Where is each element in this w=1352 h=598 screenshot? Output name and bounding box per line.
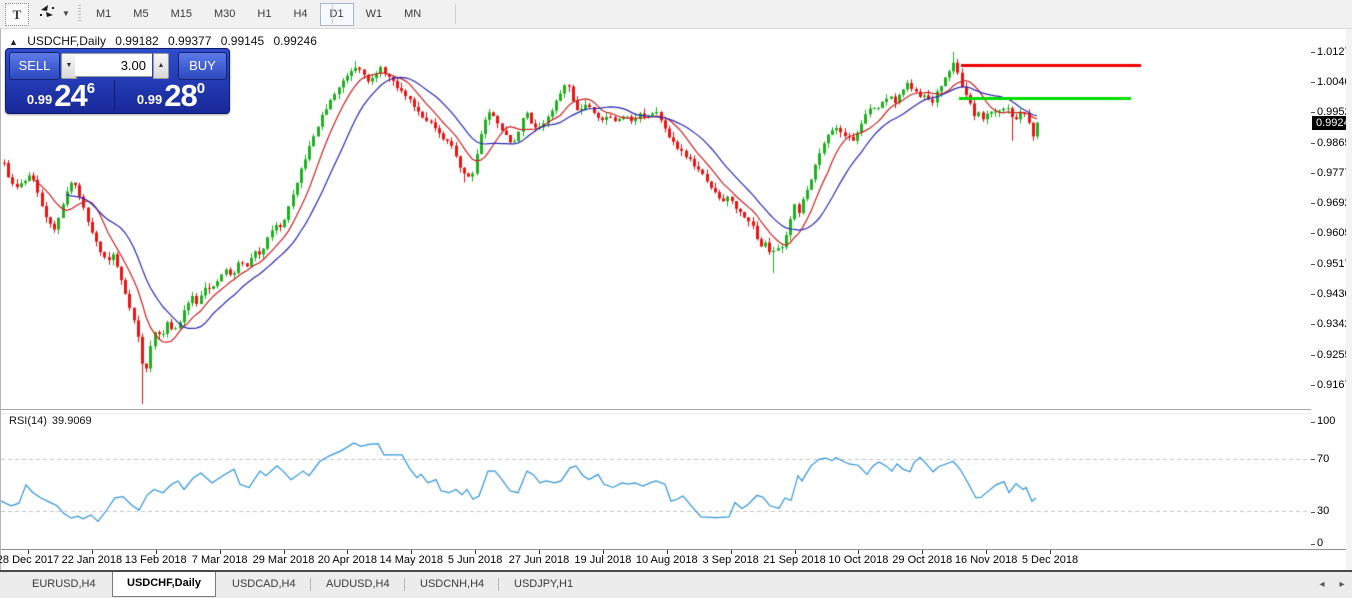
toolbar-separator — [455, 4, 456, 24]
ohlc-high: 0.99377 — [168, 34, 211, 48]
collapse-panel-icon[interactable]: ▲ — [9, 37, 18, 47]
rsi-tick — [1311, 459, 1315, 460]
price-tick — [1311, 173, 1315, 174]
time-axis-label: 19 Jul 2018 — [574, 554, 631, 566]
time-axis-label: 29 Mar 2018 — [253, 554, 315, 566]
price-tick — [1311, 112, 1315, 113]
price-tick — [1311, 143, 1315, 144]
timeframe-button-h4[interactable]: H4 — [283, 3, 317, 26]
sell-price-base: 0.99 — [27, 90, 52, 110]
tab-separator — [404, 578, 405, 591]
time-axis-label: 20 Apr 2018 — [318, 554, 377, 566]
top-toolbar: T ▼ M1M5M15M30H1H4D1W1MN — [0, 0, 1352, 29]
timeframe-button-m1[interactable]: M1 — [86, 3, 121, 26]
sell-price-display[interactable]: 0.99 24 6 — [8, 80, 115, 110]
price-tick — [1311, 324, 1315, 325]
ohlc-low: 0.99145 — [221, 34, 264, 48]
price-tick — [1311, 233, 1315, 234]
arrows-glyph — [38, 3, 56, 19]
timeframe-group: M1M5M15M30H1H4D1W1MN — [86, 3, 433, 26]
arrows-dropdown-caret[interactable]: ▼ — [60, 3, 72, 24]
price-tick — [1311, 203, 1315, 204]
chart-tab-usdjpy[interactable]: USDJPY,H1 — [500, 572, 587, 597]
tab-separator — [498, 578, 499, 591]
time-axis-label: 10 Oct 2018 — [828, 554, 888, 566]
chart-window: ▲ USDCHF,Daily 0.99182 0.99377 0.99145 0… — [0, 28, 1352, 573]
chart-title-bar: ▲ USDCHF,Daily 0.99182 0.99377 0.99145 0… — [9, 34, 323, 48]
time-axis-label: 7 Mar 2018 — [192, 554, 248, 566]
ohlc-open: 0.99182 — [115, 34, 158, 48]
tabs-scroll-left-icon[interactable]: ◂ — [1314, 577, 1330, 593]
sell-price-point: 6 — [87, 82, 95, 96]
time-axis-label: 3 Sep 2018 — [702, 554, 758, 566]
terminal-window: T ▼ M1M5M15M30H1H4D1W1MN ▲ USDCHF,Daily … — [0, 0, 1352, 598]
chart-tab-eurusd[interactable]: EURUSD,H4 — [18, 572, 110, 597]
timeframe-button-mn[interactable]: MN — [394, 3, 431, 26]
chart-tab-audusd[interactable]: AUDUSD,H4 — [312, 572, 404, 597]
chart-tab-usdcad[interactable]: USDCAD,H4 — [218, 572, 310, 597]
chart-tab-bar: ◂ ▸ EURUSD,H4USDCHF,DailyUSDCAD,H4AUDUSD… — [0, 572, 1352, 598]
sell-price-pips: 24 — [54, 82, 86, 110]
time-axis-label: 14 May 2018 — [379, 554, 443, 566]
rsi-indicator-canvas[interactable] — [1, 412, 1311, 549]
text-label-tool-icon[interactable]: T — [5, 3, 29, 26]
rsi-value: 39.9069 — [52, 415, 92, 427]
buy-price-display[interactable]: 0.99 28 0 — [116, 80, 226, 110]
symbol-period-title: USDCHF,Daily — [27, 34, 106, 48]
buy-price-point: 0 — [197, 82, 205, 96]
timeframe-button-m15[interactable]: M15 — [161, 3, 202, 26]
timeframe-button-m30[interactable]: M30 — [204, 3, 245, 26]
time-axis-label: 5 Dec 2018 — [1022, 554, 1078, 566]
volume-increase-button[interactable]: ▲ — [153, 53, 169, 79]
ohlc-close: 0.99246 — [274, 34, 317, 48]
tab-separator — [310, 578, 311, 591]
rsi-tick — [1311, 544, 1315, 545]
buy-price-base: 0.99 — [137, 90, 162, 110]
sell-button[interactable]: SELL — [9, 52, 60, 80]
time-axis-label: 28 Dec 2017 — [0, 554, 59, 566]
rsi-tick — [1311, 512, 1315, 513]
timeframe-button-m5[interactable]: M5 — [123, 3, 158, 26]
buy-price-pips: 28 — [164, 82, 196, 110]
one-click-trade-panel: SELL ▼ ▲ BUY 0.99 24 6 0.99 28 0 — [5, 48, 230, 114]
time-axis-label: 22 Jan 2018 — [62, 554, 123, 566]
rsi-axis-label: 70 — [1317, 453, 1329, 465]
volume-input[interactable] — [75, 53, 152, 77]
tabs-scroll-right-icon[interactable]: ▸ — [1334, 577, 1350, 593]
arrows-tool-icon[interactable] — [34, 3, 60, 24]
price-tick — [1311, 385, 1315, 386]
timeframe-button-d1[interactable]: D1 — [320, 3, 354, 26]
timeframe-button-w1[interactable]: W1 — [356, 3, 393, 26]
time-axis-label: 27 Jun 2018 — [509, 554, 570, 566]
toolbar-separator — [332, 4, 333, 24]
chart-tab-usdchf[interactable]: USDCHF,Daily — [112, 572, 216, 597]
window-right-gutter — [1346, 29, 1352, 571]
toolbar-grip[interactable] — [78, 5, 81, 23]
rsi-axis-label: 100 — [1317, 415, 1335, 427]
chart-tab-usdcnh[interactable]: USDCNH,H4 — [406, 572, 498, 597]
rsi-axis-label: 30 — [1317, 505, 1329, 517]
time-axis-label: 10 Aug 2018 — [636, 554, 698, 566]
time-axis-label: 21 Sep 2018 — [763, 554, 825, 566]
price-tick — [1311, 294, 1315, 295]
time-axis[interactable]: 28 Dec 201722 Jan 201813 Feb 2018 7 Mar 2… — [1, 550, 1346, 571]
timeframe-button-h1[interactable]: H1 — [247, 3, 281, 26]
time-axis-label: 5 Jun 2018 — [448, 554, 502, 566]
time-axis-label: 16 Nov 2018 — [955, 554, 1017, 566]
rsi-name: RSI(14) — [9, 415, 47, 427]
price-tick — [1311, 355, 1315, 356]
window-splitter[interactable] — [1, 409, 1346, 414]
time-axis-label: 29 Oct 2018 — [892, 554, 952, 566]
price-tick — [1311, 264, 1315, 265]
rsi-axis-label: 0 — [1317, 537, 1323, 549]
rsi-indicator-label: RSI(14) 39.9069 — [9, 415, 97, 427]
price-tick — [1311, 52, 1315, 53]
time-axis-label: 13 Feb 2018 — [125, 554, 187, 566]
price-tick — [1311, 82, 1315, 83]
buy-button[interactable]: BUY — [178, 52, 227, 80]
rsi-tick — [1311, 422, 1315, 423]
